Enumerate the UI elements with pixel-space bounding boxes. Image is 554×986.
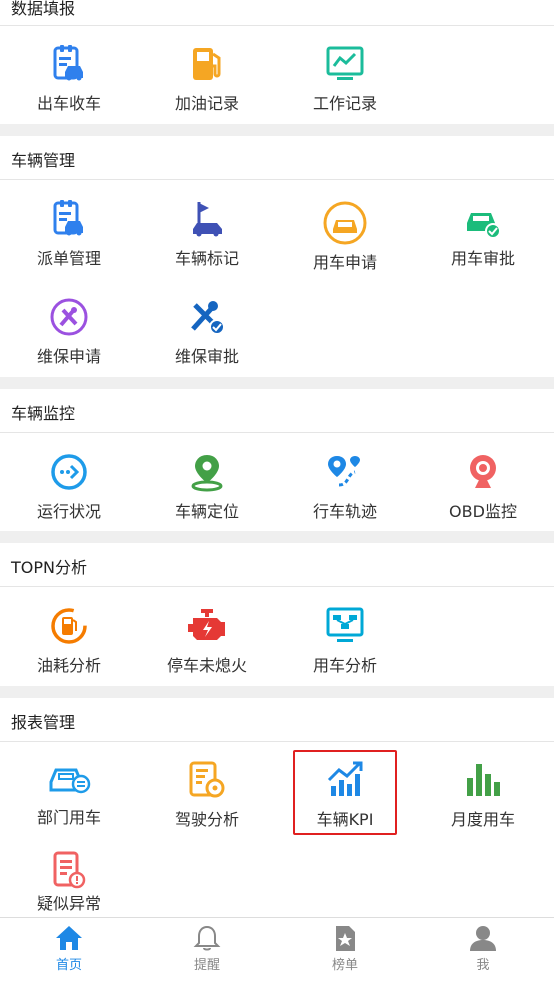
grid-item-maintenance-approval[interactable]: 维保审批	[138, 297, 276, 367]
home-icon	[56, 926, 82, 950]
monitor-diagram-icon	[326, 607, 364, 642]
user-icon	[470, 926, 496, 951]
tab-reminders[interactable]: 提醒	[138, 924, 276, 973]
section-title: TOPN分析	[11, 558, 87, 577]
grid-item-label: 车辆标记	[174, 249, 239, 268]
tools-check-icon	[191, 301, 225, 335]
grid-item-obd-monitor[interactable]: OBD监控	[414, 452, 552, 522]
clipboard-car-icon	[53, 200, 83, 236]
highlight-box	[293, 750, 397, 835]
fuel-pump-icon	[193, 48, 221, 80]
document-wheel-icon	[189, 761, 225, 798]
section-title: 车辆管理	[11, 151, 76, 170]
section-divider	[0, 531, 554, 543]
grid-item-fuel-analysis[interactable]: 油耗分析	[0, 606, 138, 676]
grid-item-dispatch-management[interactable]: 派单管理	[0, 199, 138, 269]
grid-item-monthly-usage[interactable]: 月度用车	[414, 760, 552, 830]
grid-item-work-record[interactable]: 工作记录	[276, 44, 414, 114]
grid-item-label: 部门用车	[36, 808, 101, 827]
grid-item-dispatch-return[interactable]: 出车收车	[0, 44, 138, 114]
section-header-vehicle-monitoring: 车辆监控	[0, 389, 554, 433]
route-track-icon	[328, 456, 360, 487]
section-header-vehicle-management: 车辆管理	[0, 136, 554, 180]
grid-item-label: 车辆定位	[174, 502, 239, 521]
tab-rankings[interactable]: 榜单	[276, 924, 414, 973]
grid-item-label: OBD监控	[449, 502, 517, 521]
tab-label: 提醒	[193, 958, 220, 973]
section-divider	[0, 124, 554, 136]
grid-item-suspected-anomaly[interactable]: 疑似异常	[0, 850, 138, 914]
grid-item-label: 运行状况	[36, 502, 101, 521]
tab-label: 我	[476, 958, 490, 973]
grid-item-label: 维保审批	[174, 347, 239, 366]
grid-item-usage-analysis[interactable]: 用车分析	[276, 606, 414, 676]
grid-item-car-application[interactable]: 用车申请	[276, 199, 414, 273]
section-divider	[0, 686, 554, 698]
section-title: 车辆监控	[11, 404, 76, 423]
tools-circle-icon	[50, 298, 88, 336]
bookmark-star-icon	[336, 926, 355, 951]
circular-arrow-icon	[51, 454, 87, 490]
grid-item-label: 行车轨迹	[312, 502, 377, 521]
grid-item-label: 用车分析	[312, 656, 377, 675]
section-title: 报表管理	[11, 713, 76, 732]
car-circle-icon	[323, 201, 367, 245]
bell-icon	[193, 925, 221, 951]
grid-item-vehicle-location[interactable]: 车辆定位	[138, 452, 276, 522]
grid-item-vehicle-mark[interactable]: 车辆标记	[138, 199, 276, 269]
grid-item-label: 出车收车	[36, 94, 101, 113]
tab-label: 首页	[55, 958, 82, 973]
grid-item-label: 月度用车	[450, 810, 515, 829]
tab-home[interactable]: 首页	[0, 924, 138, 973]
car-check-icon	[467, 213, 501, 239]
monitor-chart-icon	[326, 46, 364, 80]
section-header-topn-analysis: TOPN分析	[0, 543, 554, 587]
grid-item-idle-analysis[interactable]: 停车未熄火	[138, 606, 276, 676]
flag-car-icon	[193, 202, 222, 237]
grid-item-label: 油耗分析	[36, 656, 101, 675]
document-alert-icon	[53, 851, 86, 889]
grid-item-label: 工作记录	[312, 94, 377, 113]
grid-item-running-status[interactable]: 运行状况	[0, 452, 138, 522]
webcam-icon	[470, 455, 496, 488]
grid-item-car-approval[interactable]: 用车审批	[414, 205, 552, 269]
tab-label: 榜单	[331, 958, 358, 973]
engine-icon	[188, 609, 225, 640]
section-header-data-entry: 数据填报	[0, 0, 554, 26]
bottom-tab-bar: 首页 提醒 榜单 我	[0, 917, 554, 986]
grid-item-label: 用车申请	[312, 253, 377, 272]
section-divider	[0, 377, 554, 389]
grid-item-label: 停车未熄火	[166, 656, 247, 675]
grid-item-refuel-record[interactable]: 加油记录	[138, 44, 276, 114]
clipboard-car-icon	[53, 45, 83, 81]
grid-item-driving-track[interactable]: 行车轨迹	[276, 452, 414, 522]
car-badge-icon	[49, 768, 91, 794]
grid-item-label: 维保申请	[36, 347, 101, 366]
grid-item-label: 驾驶分析	[174, 810, 239, 829]
grid-item-label: 加油记录	[174, 94, 239, 113]
grid-item-department-usage[interactable]: 部门用车	[0, 762, 138, 828]
grid-item-label: 用车审批	[450, 249, 515, 268]
grid-item-driving-analysis[interactable]: 驾驶分析	[138, 760, 276, 830]
grid-item-maintenance-application[interactable]: 维保申请	[0, 297, 138, 367]
bar-chart-icon	[467, 764, 500, 796]
grid-item-label: 疑似异常	[36, 894, 101, 913]
tab-me[interactable]: 我	[414, 924, 552, 973]
grid-item-label: 派单管理	[36, 249, 101, 268]
fuel-gauge-icon	[51, 608, 87, 644]
section-title: 数据填报	[11, 0, 76, 18]
location-pin-icon	[191, 455, 223, 492]
section-header-reports: 报表管理	[0, 698, 554, 742]
